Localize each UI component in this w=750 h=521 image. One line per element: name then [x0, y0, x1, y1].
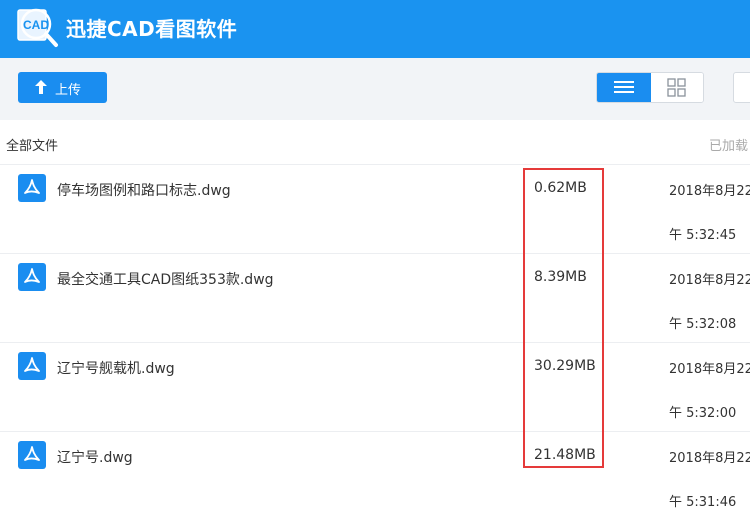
file-row[interactable]: 停车场图例和路口标志.dwg 0.62MB 2018年8月22 午 5:32:4…: [0, 165, 750, 254]
grid-view-button[interactable]: [651, 73, 703, 102]
file-row[interactable]: 最全交通工具CAD图纸353款.dwg 8.39MB 2018年8月22 午 5…: [0, 254, 750, 343]
file-date: 2018年8月22: [669, 184, 750, 199]
app-title: 迅捷CAD看图软件: [66, 17, 238, 41]
toolbar: 上传: [0, 58, 750, 120]
file-time: 午 5:32:00: [669, 406, 737, 421]
file-time: 午 5:32:08: [669, 317, 737, 332]
size-highlight-box: [523, 168, 604, 468]
file-name[interactable]: 辽宁号舰载机.dwg: [57, 358, 175, 378]
toolbar-extra-button[interactable]: [733, 72, 750, 103]
file-time: 午 5:32:45: [669, 228, 737, 243]
file-date: 2018年8月22: [669, 273, 750, 288]
file-row[interactable]: 辽宁号.dwg 21.48MB 2018年8月22 午 5:31:46: [0, 432, 750, 521]
file-name[interactable]: 辽宁号.dwg: [57, 447, 133, 467]
app-header: CAD 迅捷CAD看图软件: [0, 0, 750, 58]
pdf-file-icon: [18, 352, 46, 380]
pdf-file-icon: [18, 263, 46, 291]
pdf-file-icon: [18, 174, 46, 202]
upload-label: 上传: [55, 83, 82, 98]
file-time: 午 5:31:46: [669, 495, 737, 510]
grid-view-icon: [667, 78, 686, 97]
file-row[interactable]: 辽宁号舰载机.dwg 30.29MB 2018年8月22 午 5:32:00: [0, 343, 750, 432]
breadcrumb[interactable]: 全部文件: [6, 135, 58, 154]
view-toggle: [596, 72, 704, 103]
cad-logo-icon: CAD: [17, 8, 58, 47]
file-date: 2018年8月22: [669, 451, 750, 466]
file-date: 2018年8月22: [669, 362, 750, 377]
list-view-button[interactable]: [597, 73, 651, 102]
pdf-file-icon: [18, 441, 46, 469]
loaded-status: 已加载: [709, 139, 749, 154]
logo-text: CAD: [23, 18, 49, 32]
file-name[interactable]: 最全交通工具CAD图纸353款.dwg: [57, 269, 274, 289]
arrow-up-icon: [35, 80, 47, 94]
list-view-icon: [614, 81, 634, 93]
upload-button[interactable]: 上传: [18, 72, 107, 103]
file-name[interactable]: 停车场图例和路口标志.dwg: [57, 180, 231, 200]
